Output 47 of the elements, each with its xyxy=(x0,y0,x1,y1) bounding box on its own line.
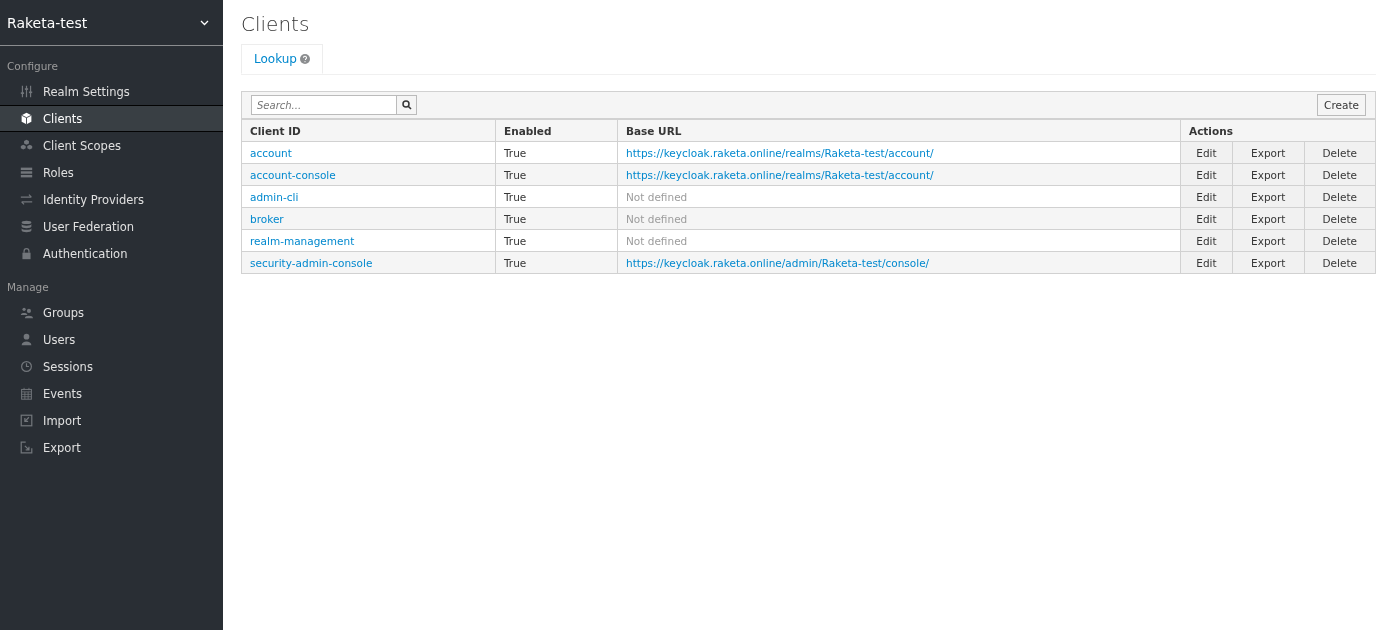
sidebar-section-title: Configure xyxy=(6,59,59,74)
import-icon xyxy=(20,414,33,427)
sidebar-item[interactable]: User Federation xyxy=(0,213,223,240)
client-id-link[interactable]: account xyxy=(250,146,292,159)
column-header: Client ID xyxy=(242,119,496,142)
sidebar-section-title: Manage xyxy=(6,280,50,295)
sidebar-item[interactable]: Authentication xyxy=(0,240,223,267)
sidebar-item[interactable]: Users xyxy=(0,326,223,353)
client-id-link[interactable]: account-console xyxy=(250,168,336,181)
table-cell: Not defined xyxy=(626,190,688,203)
exchange-icon xyxy=(20,193,33,206)
sidebar-item[interactable]: Client Scopes xyxy=(0,132,223,159)
sidebar-item[interactable]: Roles xyxy=(0,159,223,186)
sidebar-item[interactable]: Import xyxy=(0,407,223,434)
table-cell: Not defined xyxy=(626,212,688,225)
client-id-link[interactable]: broker xyxy=(250,212,284,225)
lock-icon xyxy=(20,247,33,260)
column-header: Actions xyxy=(1180,119,1375,142)
cube-icon xyxy=(20,112,33,125)
user-icon xyxy=(20,333,33,346)
sidebar-item[interactable]: Events xyxy=(0,380,223,407)
calendar-icon xyxy=(20,387,33,400)
column-header: Base URL xyxy=(617,119,1181,142)
sidebar-item[interactable]: Sessions xyxy=(0,353,223,380)
sidebar-item[interactable]: Realm Settings xyxy=(0,78,223,105)
sidebar-item[interactable]: Identity Providers xyxy=(0,186,223,213)
list-icon xyxy=(20,166,33,179)
cubes-icon xyxy=(20,139,33,152)
column-header: Enabled xyxy=(495,119,618,142)
users-icon xyxy=(20,306,33,319)
search-field[interactable]: Search... xyxy=(251,95,397,115)
search-icon xyxy=(401,100,412,110)
search-button[interactable] xyxy=(397,95,417,115)
chevron-down-icon xyxy=(200,19,209,26)
clock-icon xyxy=(20,360,33,373)
sidebar-item[interactable]: Export xyxy=(0,434,223,461)
sidebar-item[interactable]: Clients xyxy=(0,105,223,132)
help-icon xyxy=(299,54,310,64)
sidebar-item[interactable]: Groups xyxy=(0,299,223,326)
create-button[interactable]: Create xyxy=(1317,94,1366,116)
database-icon xyxy=(20,220,33,233)
table-cell: Not defined xyxy=(626,234,688,247)
export-icon xyxy=(20,441,33,454)
page-title: Clients xyxy=(241,12,310,36)
tab[interactable]: Lookup xyxy=(241,44,323,74)
sliders-icon xyxy=(20,85,33,98)
client-id-link[interactable]: admin-cli xyxy=(250,190,299,203)
